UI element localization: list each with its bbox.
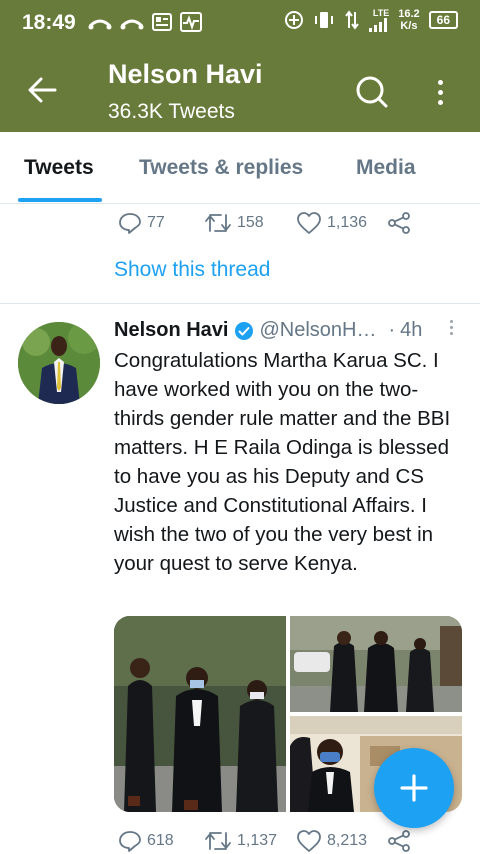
previous-tweet-actions: 77 158 1,136 xyxy=(0,205,480,241)
tweet-options-dot xyxy=(449,326,453,329)
compose-tweet-button[interactable] xyxy=(374,748,454,828)
tweet-divider xyxy=(0,303,480,304)
author-name[interactable]: Nelson Havi xyxy=(114,319,228,342)
overflow-dot xyxy=(437,99,443,105)
retweet-button[interactable]: 1,137 xyxy=(204,829,277,853)
like-button[interactable]: 1,136 xyxy=(296,211,367,235)
tweet-photo-2[interactable] xyxy=(290,616,462,712)
tweet-options-dot xyxy=(449,332,453,335)
status-time: 18:49 xyxy=(22,11,76,34)
reply-button[interactable]: 618 xyxy=(118,829,174,853)
show-thread-link[interactable]: Show this thread xyxy=(114,258,270,282)
battery-icon: 66 xyxy=(428,11,458,29)
retweet-icon xyxy=(205,214,231,232)
author-avatar[interactable] xyxy=(18,322,100,404)
tab-tweets[interactable]: Tweets xyxy=(24,156,94,180)
share-icon xyxy=(388,830,410,852)
retweet-count: 1,137 xyxy=(237,832,278,849)
header-separator: · xyxy=(388,319,396,341)
overflow-dot xyxy=(437,89,443,95)
plus-icon xyxy=(400,774,428,802)
active-tab-indicator xyxy=(18,198,102,202)
retweet-button[interactable]: 158 xyxy=(204,211,264,235)
heart-icon xyxy=(297,830,321,852)
overflow-menu-button[interactable] xyxy=(424,70,456,114)
data-transfer-icon xyxy=(345,10,360,30)
reply-button[interactable]: 77 xyxy=(118,211,165,235)
network-type-label: LTE xyxy=(372,7,390,18)
network-speed-value: 16.2 xyxy=(398,8,420,20)
signal-icon xyxy=(369,17,388,32)
overflow-dot xyxy=(437,79,443,85)
back-button[interactable] xyxy=(22,70,62,110)
missed-call-icon xyxy=(120,19,144,30)
missed-call-icon xyxy=(88,19,112,30)
tweet-options-button[interactable] xyxy=(446,320,456,344)
tweet-text: Congratulations Martha Karua SC. I have … xyxy=(114,349,451,575)
like-count: 1,136 xyxy=(327,214,368,231)
verified-badge-icon xyxy=(235,321,254,340)
photo-1-image xyxy=(114,616,286,812)
share-icon xyxy=(388,212,410,234)
network-speed-unit: K/s xyxy=(400,20,418,32)
status-notification-icons xyxy=(88,12,202,32)
share-button[interactable] xyxy=(386,829,412,853)
tweet-photo-1[interactable] xyxy=(114,616,286,812)
profile-name: Nelson Havi xyxy=(108,59,263,89)
tweet-options-dot xyxy=(449,320,453,323)
signal-strength: LTE xyxy=(369,7,390,32)
activity-icon xyxy=(180,12,202,32)
back-arrow-icon xyxy=(28,77,57,103)
status-system-icons: LTE 16.2 K/s 66 xyxy=(284,8,458,32)
like-count: 8,213 xyxy=(327,832,368,849)
retweet-icon xyxy=(205,832,231,850)
tweet-header: Nelson Havi @NelsonH… · 4h xyxy=(114,319,422,342)
status-bar: 18:49 LTE 16.2 K/s 66 xyxy=(0,0,480,48)
search-button[interactable] xyxy=(350,70,394,114)
profile-app-bar: Nelson Havi 36.3K Tweets xyxy=(0,48,480,132)
vibrate-icon xyxy=(315,12,334,28)
reply-count: 77 xyxy=(147,214,165,231)
reply-count: 618 xyxy=(147,832,174,849)
data-saver-icon xyxy=(285,11,304,29)
reply-icon xyxy=(119,213,141,234)
tweet-actions: 618 1,137 8,213 xyxy=(0,826,480,854)
tab-media[interactable]: Media xyxy=(356,156,416,180)
reply-icon xyxy=(119,831,141,852)
author-handle[interactable]: @NelsonH… xyxy=(259,319,376,342)
tweet-count: 36.3K Tweets xyxy=(108,100,235,123)
profile-tabs: Tweets Tweets & replies Media xyxy=(0,132,480,204)
photo-2-image xyxy=(290,616,462,712)
like-button[interactable]: 8,213 xyxy=(296,829,367,853)
tab-tweets-and-replies[interactable]: Tweets & replies xyxy=(139,156,303,180)
news-icon xyxy=(152,13,172,31)
network-speed: 16.2 K/s xyxy=(398,8,419,32)
share-button[interactable] xyxy=(386,211,412,235)
heart-icon xyxy=(297,212,321,234)
search-icon xyxy=(356,76,388,108)
avatar-photo xyxy=(18,322,100,404)
tweet-time[interactable]: 4h xyxy=(400,319,422,342)
retweet-count: 158 xyxy=(237,214,264,231)
